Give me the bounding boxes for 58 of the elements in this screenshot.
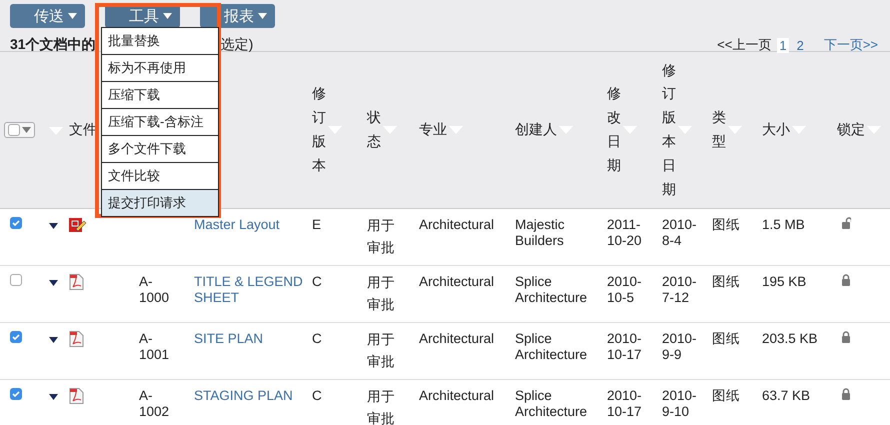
column-header: 修订版本日期 — [662, 60, 676, 199]
table-cell: Architectural — [415, 380, 511, 425]
table-cell: C — [308, 380, 363, 425]
table-cell: 2010-8-4 — [658, 208, 708, 266]
page-link[interactable]: 1 — [777, 38, 789, 52]
table-cell: 2010-9-9 — [658, 322, 708, 380]
previous-page-link[interactable]: <<上一页 — [717, 36, 772, 54]
page-link[interactable]: 2 — [794, 38, 806, 52]
table-cell: E — [308, 208, 363, 266]
table-cell: 用于审批 — [363, 266, 415, 322]
document-number: A-1002 — [139, 388, 170, 419]
toolbar-button[interactable]: 报表 — [200, 4, 275, 28]
table-cell: 195 KB — [758, 266, 833, 322]
table-cell: 2010-10-5 — [603, 266, 658, 322]
document-link[interactable]: Master Layout — [194, 217, 304, 233]
document-number: A-1001 — [139, 331, 170, 362]
table-cell: 2011-10-20 — [603, 208, 658, 266]
column-header: 修改日期 — [607, 84, 621, 175]
table-cell: 用于审批 — [363, 322, 415, 380]
table-cell: 2010-7-12 — [658, 266, 708, 322]
table-cell: Architectural — [415, 208, 511, 266]
column-header: 修订版本 — [312, 84, 326, 175]
menu-item[interactable]: 提交打印请求 — [102, 190, 218, 216]
column-header: 类型 — [712, 108, 726, 151]
column-header: 创建人 — [515, 120, 557, 140]
selection-count: 选定) — [220, 36, 254, 54]
table-cell: 203.5 KB — [758, 322, 833, 380]
table-cell: C — [308, 266, 363, 322]
table-cell: Architectural — [415, 322, 511, 380]
table-cell: 图纸 — [708, 208, 758, 266]
table-cell: 1.5 MB — [758, 208, 833, 266]
table-cell: 2010-9-10 — [658, 380, 708, 425]
table-cell: Splice Architecture — [511, 266, 603, 322]
toolbar-button[interactable]: 传送 — [10, 4, 85, 28]
table-cell: 图纸 — [708, 380, 758, 425]
table-cell: Majestic Builders — [511, 208, 603, 266]
table-cell: 图纸 — [708, 266, 758, 322]
table-cell: 63.7 KB — [758, 380, 833, 425]
table-cell: 图纸 — [708, 322, 758, 380]
document-link[interactable]: SITE PLAN — [194, 331, 304, 347]
table-cell: C — [308, 322, 363, 380]
document-link[interactable]: STAGING PLAN — [194, 388, 304, 404]
table-cell: Splice Architecture — [511, 380, 603, 425]
table-cell: Splice Architecture — [511, 322, 603, 380]
table-cell: 2010-10-17 — [603, 322, 658, 380]
next-page-link[interactable]: 下一页>> — [822, 36, 880, 54]
table-cell: 用于审批 — [363, 380, 415, 425]
column-header: 大小 — [762, 120, 790, 140]
column-header: 锁定 — [837, 120, 865, 140]
column-header: 文件 — [69, 120, 97, 140]
document-link[interactable]: TITLE & LEGEND SHEET — [194, 274, 304, 306]
document-number: A-1000 — [139, 274, 170, 305]
column-header: 专业 — [419, 120, 447, 140]
table-cell: Architectural — [415, 266, 511, 322]
table-cell: 2010-10-17 — [603, 380, 658, 425]
selection-count: 31个文档中的 — [10, 36, 96, 54]
table-cell: 用于审批 — [363, 208, 415, 266]
column-header: 状态 — [367, 108, 381, 151]
